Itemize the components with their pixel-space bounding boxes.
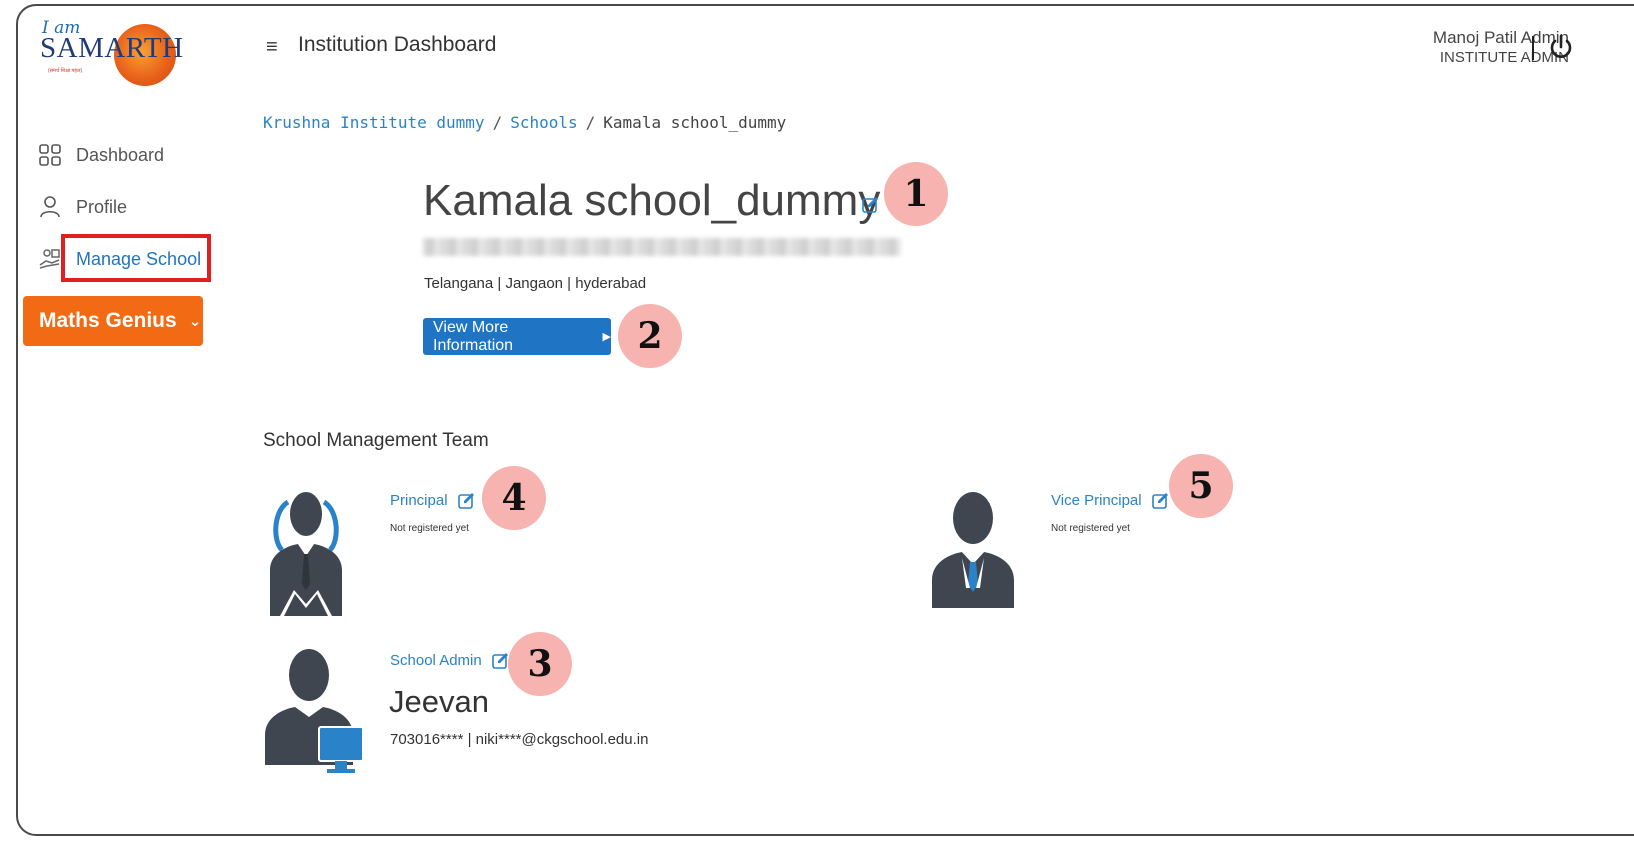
highlight-annotation-box	[61, 234, 211, 282]
annotation-marker-4: 4	[482, 466, 546, 530]
school-admin-role-label[interactable]: School Admin	[390, 652, 509, 669]
maths-genius-dropdown[interactable]: Maths Genius ⌄	[23, 296, 203, 346]
school-hand-icon	[39, 249, 60, 269]
app-frame	[16, 4, 1634, 836]
user-icon	[40, 196, 60, 218]
blurred-contact-info	[423, 238, 901, 256]
hamburger-menu-icon[interactable]: ≡	[266, 36, 278, 59]
samarth-logo[interactable]: I am SAMARTH (समर्थ शिक्षा पहल)	[40, 18, 183, 86]
vice-principal-role-label[interactable]: Vice Principal	[1051, 492, 1169, 509]
principal-role-label[interactable]: Principal	[390, 492, 475, 509]
annotation-marker-5: 5	[1169, 454, 1233, 518]
edit-vice-principal-icon[interactable]	[1151, 492, 1169, 509]
breadcrumb-schools-link[interactable]: Schools	[510, 113, 577, 132]
sidebar-item-label: Profile	[76, 196, 128, 217]
annotation-marker-1: 1	[884, 162, 948, 226]
edit-school-admin-icon[interactable]	[491, 652, 509, 669]
logo-wordmark: SAMARTH	[40, 32, 184, 64]
header-divider	[1532, 36, 1534, 60]
vice-principal-avatar-icon	[932, 492, 1014, 608]
principal-status: Not registered yet	[390, 523, 469, 534]
breadcrumb-institute-link[interactable]: Krushna Institute dummy	[263, 113, 485, 132]
view-more-information-button[interactable]: View More Information ▶	[423, 318, 611, 355]
school-name-heading: Kamala school_dummy	[423, 176, 881, 225]
breadcrumb-separator: /	[585, 113, 596, 132]
view-more-label: View More Information	[433, 318, 514, 354]
edit-school-icon[interactable]	[862, 196, 879, 213]
breadcrumb-separator: /	[492, 113, 503, 132]
school-admin-name: Jeevan	[389, 684, 489, 719]
principal-role-text: Principal	[390, 492, 448, 509]
chevron-down-icon: ⌄	[188, 313, 202, 330]
annotation-marker-2: 2	[618, 304, 682, 368]
sidebar-item-profile[interactable]: Profile	[38, 195, 127, 219]
edit-principal-icon[interactable]	[457, 492, 475, 509]
vice-principal-role-text: Vice Principal	[1051, 492, 1142, 509]
sidebar-item-dashboard[interactable]: Dashboard	[38, 143, 164, 167]
principal-avatar-icon	[270, 492, 342, 616]
grid-icon	[39, 144, 61, 166]
logo-tagline: (समर्थ शिक्षा पहल)	[48, 68, 83, 74]
school-location: Telangana | Jangaon | hyderabad	[424, 275, 647, 292]
power-icon[interactable]	[1548, 34, 1574, 62]
breadcrumb: Krushna Institute dummy / Schools / Kamala s…	[263, 113, 786, 132]
breadcrumb-current: Kamala school_dummy	[603, 113, 787, 132]
sidebar-item-label: Dashboard	[76, 144, 165, 165]
maths-genius-label: Maths Genius	[39, 309, 177, 332]
management-team-heading: School Management Team	[263, 430, 489, 451]
school-admin-role-text: School Admin	[390, 652, 482, 669]
caret-right-icon: ▶	[602, 331, 611, 343]
school-admin-avatar-icon	[265, 649, 364, 773]
vice-principal-status: Not registered yet	[1051, 523, 1130, 534]
annotation-marker-3: 3	[508, 632, 572, 696]
school-admin-contact: 703016**** | niki****@ckgschool.edu.in	[390, 731, 649, 748]
page-title: Institution Dashboard	[298, 33, 497, 56]
